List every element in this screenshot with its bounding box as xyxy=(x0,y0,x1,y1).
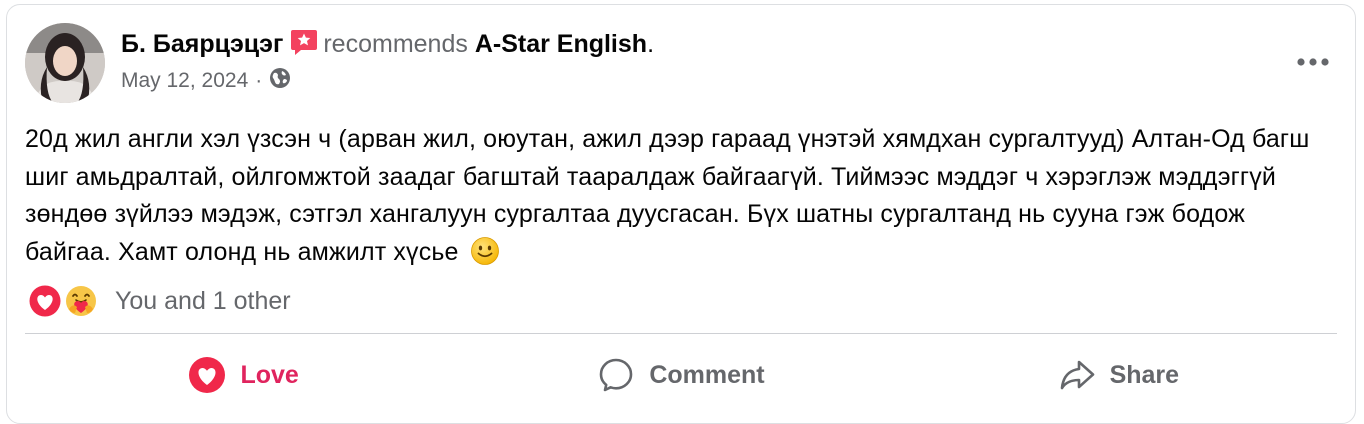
share-icon xyxy=(1060,360,1094,390)
comment-button[interactable]: Comment xyxy=(462,347,899,403)
meta-separator: · xyxy=(255,69,263,92)
love-label: Love xyxy=(240,360,299,389)
share-button[interactable]: Share xyxy=(900,347,1337,403)
love-reaction-icon xyxy=(27,283,63,319)
post-meta: May 12, 2024 · xyxy=(121,65,291,97)
post-date[interactable]: May 12, 2024 xyxy=(121,67,248,95)
love-icon xyxy=(189,357,226,393)
reaction-count[interactable]: You and 1 other xyxy=(115,287,291,316)
reaction-icons xyxy=(27,281,107,321)
header-period: . xyxy=(647,30,655,58)
love-button[interactable]: Love xyxy=(25,347,462,403)
comment-icon xyxy=(600,358,633,392)
post-text: 20д жил англи хэл үзсэн ч (арван жил, ою… xyxy=(25,125,1310,266)
comment-label: Comment xyxy=(649,360,765,389)
page-name-link[interactable]: A-Star English xyxy=(475,30,647,58)
recommend-label: recommends xyxy=(323,30,468,58)
action-bar: Love Comment Share xyxy=(25,347,1337,403)
care-reaction-icon xyxy=(64,284,98,318)
post-body: 20д жил англи хэл үзсэн ч (арван жил, ою… xyxy=(25,121,1335,271)
share-label: Share xyxy=(1109,360,1180,389)
more-horizontal-icon xyxy=(1297,58,1329,66)
post-card: Б. Баярцэцэг recommends A-Star English. … xyxy=(6,4,1356,424)
reactions-summary[interactable]: You and 1 other xyxy=(27,281,291,321)
more-options-button[interactable] xyxy=(1293,47,1333,77)
author-name[interactable]: Б. Баярцэцэг xyxy=(121,30,283,58)
actions-divider xyxy=(25,333,1337,334)
globe-icon[interactable] xyxy=(269,65,291,97)
post-header: Б. Баярцэцэг recommends A-Star English. xyxy=(121,27,654,60)
recommend-icon xyxy=(289,27,319,57)
author-avatar[interactable] xyxy=(25,23,105,103)
smiling-face-icon xyxy=(470,236,500,266)
